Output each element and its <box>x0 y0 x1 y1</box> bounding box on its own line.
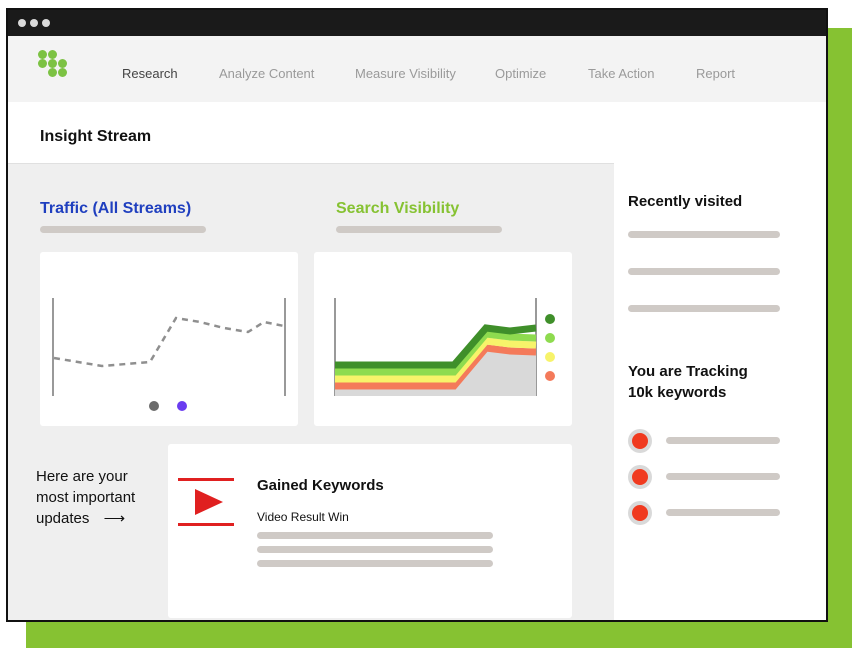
recent-item-placeholder[interactable] <box>628 268 780 275</box>
updates-line-2: most important <box>36 489 136 506</box>
tracked-keyword-placeholder[interactable] <box>666 473 780 480</box>
placeholder-bar <box>336 226 502 233</box>
tracking-line-1: You are Tracking <box>628 363 748 380</box>
tracking-title: You are Tracking 10k keywords <box>628 361 748 403</box>
window-control-dot[interactable] <box>18 19 26 27</box>
brand-logo[interactable] <box>38 50 78 90</box>
window-control-dot[interactable] <box>30 19 38 27</box>
legend-dot-orange <box>545 371 555 381</box>
placeholder-bar <box>257 546 493 553</box>
updates-callout: Here are your most important updates ⟶ <box>36 466 166 529</box>
placeholder-bar <box>40 226 206 233</box>
updates-line-3: updates <box>36 510 90 527</box>
page-title: Insight Stream <box>40 128 152 145</box>
app-window: Research Analyze Content Measure Visibil… <box>6 8 828 622</box>
tracked-keyword-status-dot <box>632 469 648 485</box>
legend-dot-yellow <box>545 352 555 362</box>
gained-keywords-subtitle: Video Result Win <box>257 510 349 524</box>
window-control-dot[interactable] <box>42 19 50 27</box>
recent-item-placeholder[interactable] <box>628 231 780 238</box>
search-visibility-title[interactable]: Search Visibility <box>336 200 459 218</box>
recently-visited-title: Recently visited <box>628 193 743 210</box>
gained-keywords-card[interactable]: Gained Keywords Video Result Win <box>168 444 572 618</box>
nav-item-analyze-content[interactable]: Analyze Content <box>219 66 314 81</box>
window-titlebar <box>8 10 826 36</box>
placeholder-bar <box>257 532 493 539</box>
arrow-right-icon: ⟶ <box>103 510 126 527</box>
sidebar-panel: Recently visited You are Tracking 10k ke… <box>614 163 826 620</box>
nav-item-take-action[interactable]: Take Action <box>588 66 655 81</box>
video-play-icon <box>178 478 234 526</box>
traffic-title[interactable]: Traffic (All Streams) <box>40 200 191 218</box>
placeholder-bar <box>257 560 493 567</box>
nav-item-research[interactable]: Research <box>122 66 178 81</box>
tracked-keyword-placeholder[interactable] <box>666 509 780 516</box>
recent-item-placeholder[interactable] <box>628 305 780 312</box>
tracked-keyword-status-dot <box>632 505 648 521</box>
legend-dot-light-green <box>545 333 555 343</box>
nav-item-optimize[interactable]: Optimize <box>495 66 546 81</box>
traffic-chart-card[interactable] <box>40 252 298 426</box>
tracked-keyword-status-dot <box>632 433 648 449</box>
gained-keywords-title: Gained Keywords <box>257 477 384 494</box>
legend-dot-purple <box>177 401 187 411</box>
top-navigation: Research Analyze Content Measure Visibil… <box>8 36 826 102</box>
nav-item-report[interactable]: Report <box>696 66 735 81</box>
legend-dot-dark-green <box>545 314 555 324</box>
tracked-keyword-placeholder[interactable] <box>666 437 780 444</box>
tracking-line-2: 10k keywords <box>628 384 727 401</box>
visibility-area-chart <box>334 298 555 396</box>
visibility-chart-card[interactable] <box>314 252 572 426</box>
updates-line-1: Here are your <box>36 468 128 485</box>
nav-item-measure-visibility[interactable]: Measure Visibility <box>355 66 456 81</box>
traffic-line-chart <box>52 298 286 411</box>
insight-stream-panel: Traffic (All Streams) Search Visibility <box>8 163 614 620</box>
legend-dot-gray <box>149 401 159 411</box>
